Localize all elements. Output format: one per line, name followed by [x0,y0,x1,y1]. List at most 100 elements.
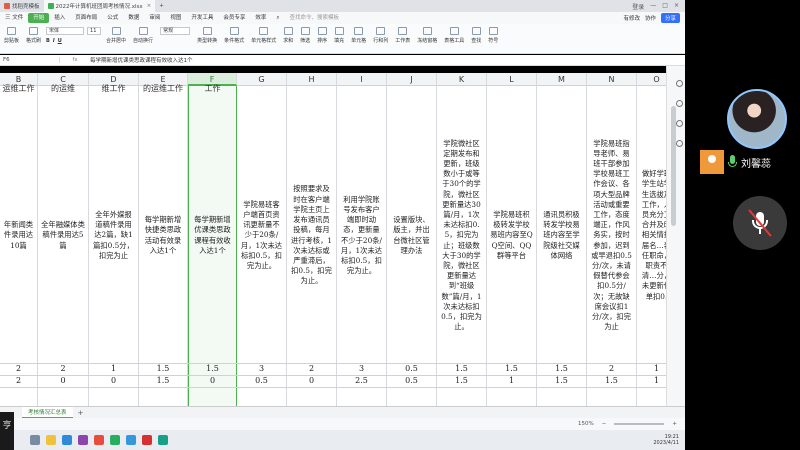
column-header-g[interactable]: G [237,73,287,86]
criteria-cell[interactable]: 年新闻类件录用达10篇 [3,108,34,363]
minimize-icon[interactable]: — [650,2,656,11]
edge-browser-icon[interactable] [62,435,72,445]
header-cell[interactable]: 的运维工作 [139,84,187,94]
vertical-scrollbar[interactable] [666,66,685,406]
score-cell[interactable]: 3 [237,363,286,375]
actual-score-cell[interactable]: 1.5 [437,375,486,387]
italic-button[interactable]: I [53,38,55,44]
actual-score-cell[interactable]: 1 [637,375,666,387]
command-search-input[interactable]: 查找命令、搜索模板 [285,12,345,24]
bold-button[interactable]: B [46,38,50,44]
worksheet-button[interactable]: 工作表 [393,27,412,44]
number-format-select[interactable]: 常规 [158,27,192,35]
column-header-o[interactable]: O [637,73,666,86]
criteria-cell[interactable]: 学院易班积极转发学校易班内容至QQ空间、QQ群等平台 [490,108,533,363]
cell-button[interactable]: 单元格 [349,27,368,44]
start-button[interactable]: 亨 [0,412,14,450]
font-name-select[interactable]: 宋体 [46,27,85,35]
app-icon[interactable] [110,435,120,445]
actual-score-cell[interactable]: 1.5 [587,375,636,387]
menu-developer[interactable]: 开发工具 [186,12,218,24]
actual-score-cell[interactable]: 2 [0,375,37,387]
score-cell[interactable]: 2 [287,363,336,375]
merge-center-button[interactable]: 合并居中 [104,27,128,44]
actual-score-cell[interactable]: 0 [89,375,138,387]
menu-file[interactable]: 三 文件 [0,12,28,24]
score-cell[interactable]: 1.5 [437,363,486,375]
score-cell[interactable]: 1.5 [487,363,536,375]
app-icon[interactable] [94,435,104,445]
side-panel-icon[interactable] [676,120,683,127]
menu-formulas[interactable]: 公式 [102,12,123,24]
sort-button[interactable]: 排序 [315,27,329,44]
clock[interactable]: 19:21 2023/4/11 [653,434,685,446]
side-panel-icon[interactable] [676,80,683,87]
spreadsheet-grid[interactable]: BCDEFGHIJKLMNO 运维工作 年新闻类件录用达10篇 2 2 的运维 全年融媒体… [0,73,666,406]
app-icon[interactable] [158,435,168,445]
criteria-cell[interactable]: 学院易班指导老师、易班干部参加学校易班工作会议、各项大型品牌活动或重要工作，态度… [590,108,633,363]
menu-efficiency[interactable]: 效率 [250,12,271,24]
search-icon[interactable]: ⌕ [271,12,284,24]
header-cell[interactable]: 工作 [189,84,236,94]
criteria-cell[interactable]: 利用学院账号发布客户端即时动态，更新量不少于20条/月，1次未达标扣0.5，扣完… [340,108,383,363]
wps-icon[interactable] [142,435,152,445]
close-tab-icon[interactable]: × [147,3,152,9]
freeze-panes-button[interactable]: 冻结窗格 [415,27,439,44]
actual-score-cell[interactable]: 1.5 [139,375,187,387]
zoom-level[interactable]: 150% [578,421,594,427]
column-header-n[interactable]: N [587,73,637,86]
actual-score-cell[interactable]: 0 [38,375,88,387]
maximize-icon[interactable]: □ [662,2,668,11]
tab-workbook[interactable]: 2022年计算机班团周考核情况.xlsx × [43,0,156,12]
column-header-k[interactable]: K [437,73,487,86]
criteria-cell[interactable]: 学院微社区定期发布和更新，班级数小于或等于30个的学院，微社区更新量达30篇/月… [440,108,483,363]
criteria-cell[interactable]: 按照要求及时在客户端学院主页上发布通讯员投稿，每月进行考核，1次未达标或严重滞后… [290,108,333,363]
criteria-cell[interactable]: 通讯员积极转发学校易班内容至学院级社交媒体网络 [540,108,583,363]
column-header-h[interactable]: H [287,73,337,86]
criteria-cell[interactable]: 每学期新增优课类思政课程有效收入达1个 [192,108,233,363]
menu-view[interactable]: 视图 [165,12,186,24]
column-header-m[interactable]: M [537,73,587,86]
header-cell[interactable]: 运维工作 [0,84,37,94]
login-button[interactable]: 登录 [632,2,644,11]
criteria-cell[interactable]: 全年融媒体类稿件录用达5篇 [41,108,85,363]
type-convert-button[interactable]: 类型转换 [195,27,219,44]
cell-style-button[interactable]: 单元格样式 [249,27,278,44]
actual-score-cell[interactable]: 0.5 [237,375,286,387]
close-window-icon[interactable]: × [674,2,679,11]
format-painter-button[interactable]: 格式刷 [24,27,43,44]
column-header-l[interactable]: L [487,73,537,86]
app-icon[interactable] [126,435,136,445]
side-panel-icon[interactable] [676,100,683,107]
score-cell[interactable]: 2 [587,363,636,375]
criteria-cell[interactable]: 设置版块、版主，并出台微社区管理办法 [390,108,433,363]
search-icon[interactable] [30,435,40,445]
header-cell[interactable]: 的运维 [38,84,88,94]
actual-score-cell[interactable]: 2.5 [337,375,386,387]
zoom-slider[interactable] [614,423,665,425]
tab-templates[interactable]: 找稻壳模板 [0,0,44,12]
formula-input[interactable]: 每学期新增优课类思政课程有效收入达1个 [90,56,193,64]
score-cell[interactable]: 2 [38,363,88,375]
filter-button[interactable]: 筛选 [298,27,312,44]
score-cell[interactable]: 1 [89,363,138,375]
actual-score-cell[interactable]: 1.5 [537,375,586,387]
menu-insert[interactable]: 插入 [49,12,70,24]
new-tab-icon[interactable]: + [155,0,168,12]
row-col-button[interactable]: 行和列 [371,27,390,44]
find-button[interactable]: 查找 [469,27,483,44]
conditional-format-button[interactable]: 条件格式 [222,27,246,44]
menu-review[interactable]: 审阅 [144,12,165,24]
zoom-out-icon[interactable]: − [602,421,607,427]
score-cell[interactable]: 1.5 [139,363,187,375]
criteria-cell[interactable]: 每学期新增快捷类思政活动有效录入达1个 [142,108,184,363]
app-icon[interactable] [78,435,88,445]
actual-score-cell[interactable]: 0.5 [387,375,436,387]
score-cell[interactable]: 1 [637,363,666,375]
collaborate-button[interactable]: 协作 [645,14,656,22]
file-explorer-icon[interactable] [46,435,56,445]
wrap-text-button[interactable]: 自动换行 [131,27,155,44]
criteria-cell[interactable]: 全年外媒报道稿件录用达2篇，缺1篇扣0.5分，扣完为止 [92,108,135,363]
actual-score-cell[interactable]: 0 [287,375,336,387]
symbol-button[interactable]: 符号 [486,27,500,44]
